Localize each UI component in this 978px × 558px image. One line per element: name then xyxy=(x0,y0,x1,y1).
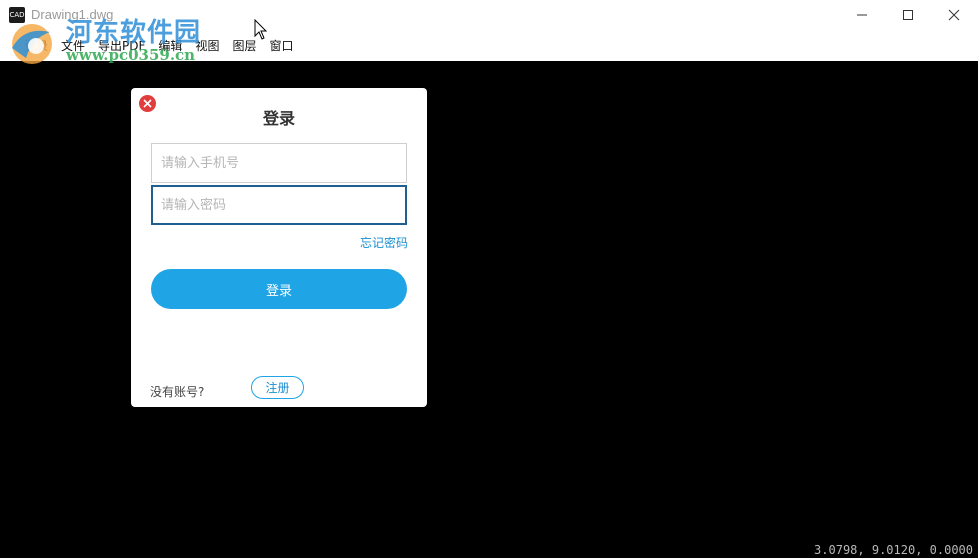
maximize-button[interactable] xyxy=(885,0,931,30)
title-bar: CAD Drawing1.dwg 登录 文件 导出PDF 编辑 视图 图层 窗口… xyxy=(0,0,978,64)
minimize-icon xyxy=(857,14,867,16)
menu-file[interactable]: 文件 xyxy=(61,38,91,54)
login-button[interactable]: 登录 xyxy=(151,269,407,309)
menu-edit[interactable]: 编辑 xyxy=(158,38,188,54)
menu-window[interactable]: 窗口 xyxy=(269,38,299,54)
forgot-password-link[interactable]: 忘记密码 xyxy=(360,234,408,251)
dialog-title: 登录 xyxy=(262,109,295,128)
register-button[interactable]: 注册 xyxy=(251,376,304,399)
menu-login[interactable]: 登录 xyxy=(24,38,54,54)
coordinate-readout: 3.0798, 9.0120, 0.0000 xyxy=(814,543,973,557)
app-icon: CAD xyxy=(9,7,25,23)
minimize-button[interactable] xyxy=(839,0,885,30)
close-window-button[interactable] xyxy=(931,0,977,30)
menu-export-pdf[interactable]: 导出PDF xyxy=(98,38,151,54)
window-title: Drawing1.dwg xyxy=(31,7,114,22)
login-dialog: 登录 忘记密码 登录 没有账号? 注册 xyxy=(131,88,427,407)
menu-view[interactable]: 视图 xyxy=(195,38,225,54)
mouse-cursor-icon xyxy=(254,19,268,40)
close-icon xyxy=(948,9,960,21)
phone-input[interactable] xyxy=(151,143,407,183)
password-input[interactable] xyxy=(151,185,407,225)
no-account-label: 没有账号? xyxy=(150,385,205,399)
maximize-icon xyxy=(903,10,913,20)
